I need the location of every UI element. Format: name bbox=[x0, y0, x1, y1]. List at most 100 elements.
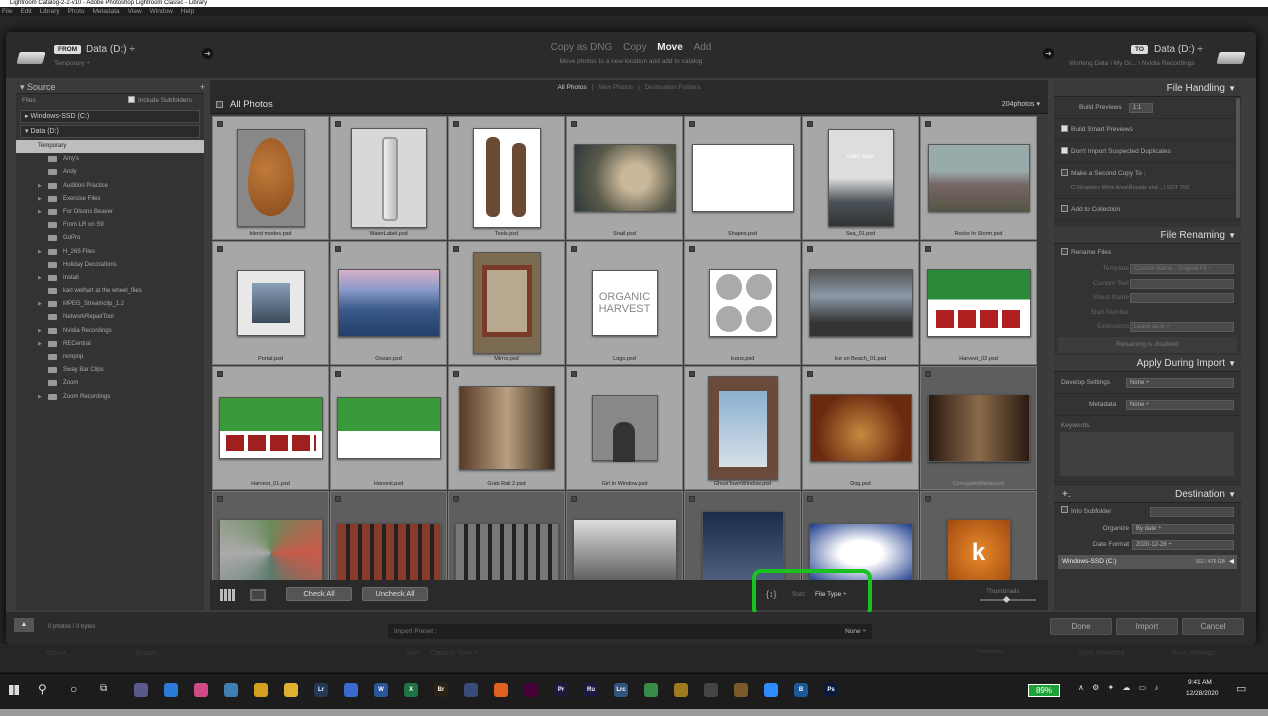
build-previews-select[interactable]: 1:1 bbox=[1129, 103, 1153, 113]
photo-count[interactable]: 204photos ▾ bbox=[1002, 96, 1040, 114]
photoshop-icon[interactable]: Ps bbox=[824, 683, 838, 697]
photo-checkbox[interactable] bbox=[571, 371, 577, 377]
expand-icon[interactable]: ▶ bbox=[38, 325, 42, 338]
photo-thumbnail-cell[interactable] bbox=[802, 491, 919, 580]
folder-item[interactable]: NetworkRepairTool bbox=[16, 311, 204, 324]
photo-checkbox[interactable] bbox=[689, 371, 695, 377]
premiere-icon[interactable]: Pr bbox=[554, 683, 568, 697]
mode-copy[interactable]: Copy bbox=[623, 42, 646, 53]
folder-item[interactable]: From LR on S9 bbox=[16, 219, 204, 232]
bridge-icon[interactable]: Br bbox=[434, 683, 448, 697]
tab-destination-folders[interactable]: Destination Folders bbox=[644, 84, 700, 91]
photo-thumbnail-cell[interactable]: WaterLabel.psd bbox=[330, 116, 447, 240]
photo-thumbnail-cell[interactable]: Tools.psd bbox=[448, 116, 565, 240]
add-source-icon[interactable]: + bbox=[200, 80, 205, 94]
folder-item[interactable]: Amy's bbox=[16, 153, 204, 166]
zoom-icon[interactable] bbox=[764, 683, 778, 697]
photo-thumbnail-cell[interactable]: k bbox=[920, 491, 1037, 580]
lightroom-classic-icon[interactable]: Lr bbox=[314, 683, 328, 697]
obs-icon[interactable] bbox=[704, 683, 718, 697]
mode-move[interactable]: Move bbox=[657, 42, 683, 53]
search-icon[interactable]: ⚲ bbox=[38, 682, 47, 696]
photo-thumbnail-cell[interactable] bbox=[684, 491, 801, 580]
folder-item[interactable]: ▶ For Olsons Beaver bbox=[16, 206, 204, 219]
photo-thumbnail-cell[interactable]: Harvest_02.psd bbox=[920, 241, 1037, 365]
file-explorer-icon[interactable] bbox=[284, 683, 298, 697]
folder-item[interactable]: ▶ MPEG_Streamclip_1.2 bbox=[16, 298, 204, 311]
custom-text-input[interactable] bbox=[1130, 278, 1234, 289]
source-panel-header[interactable]: ▾ Source + bbox=[16, 80, 205, 94]
photo-thumbnail-cell[interactable]: Ice on Beach_01.psd bbox=[802, 241, 919, 365]
photo-thumbnail-cell[interactable] bbox=[566, 491, 683, 580]
speaker-icon[interactable] bbox=[674, 683, 688, 697]
photo-thumbnail-cell[interactable]: Shapes.psd bbox=[684, 116, 801, 240]
photo-checkbox[interactable] bbox=[925, 371, 931, 377]
photo-thumbnail-cell[interactable] bbox=[448, 491, 565, 580]
drive-windows-ssd[interactable]: ▸ Windows-SSD (C:) bbox=[20, 110, 200, 123]
photo-checkbox[interactable] bbox=[453, 246, 459, 252]
folder-item[interactable]: Andy bbox=[16, 166, 204, 179]
photos-icon[interactable] bbox=[194, 683, 208, 697]
to-path[interactable]: Working Data \ My Gr... \ Nvidia Recordi… bbox=[1069, 60, 1195, 67]
extensions-select[interactable]: Leave as-is ÷ bbox=[1130, 322, 1234, 332]
import-button[interactable]: Import bbox=[1116, 618, 1178, 635]
add-destination-icon[interactable]: +. bbox=[1062, 486, 1071, 503]
vpn-icon[interactable] bbox=[464, 683, 478, 697]
menu-view[interactable]: View bbox=[128, 8, 142, 15]
import-preset-select[interactable]: None ÷ bbox=[845, 624, 866, 639]
folder-item[interactable]: Sway Bar Clips bbox=[16, 364, 204, 377]
expand-icon[interactable]: ▶ bbox=[38, 272, 42, 285]
photo-checkbox[interactable] bbox=[807, 246, 813, 252]
folder-item[interactable]: ▶ H_265 Files bbox=[16, 246, 204, 259]
photo-checkbox[interactable] bbox=[689, 246, 695, 252]
photo-thumbnail-cell[interactable]: Icons.psd bbox=[684, 241, 801, 365]
include-subfolders-checkbox[interactable] bbox=[128, 95, 135, 103]
photo-thumbnail-cell[interactable]: Harvest_01.psd bbox=[212, 366, 329, 490]
smart-previews-checkbox[interactable] bbox=[1061, 124, 1068, 132]
photo-checkbox[interactable] bbox=[453, 496, 459, 502]
destination-header[interactable]: +. Destination ▼ bbox=[1054, 485, 1241, 503]
task-view-icon[interactable]: ⧉ bbox=[100, 683, 107, 694]
photo-checkbox[interactable] bbox=[217, 371, 223, 377]
photo-thumbnail-cell[interactable]: Harvest.psd bbox=[330, 366, 447, 490]
game-icon[interactable] bbox=[734, 683, 748, 697]
expand-icon[interactable]: ▶ bbox=[38, 298, 42, 311]
folder-item[interactable]: ▶ Zoom Recordings bbox=[16, 391, 204, 404]
collapse-up-icon[interactable]: ▲ bbox=[14, 618, 34, 632]
subfolder-input[interactable] bbox=[1150, 506, 1234, 517]
loupe-view-icon[interactable] bbox=[250, 589, 266, 601]
photo-checkbox[interactable] bbox=[217, 496, 223, 502]
photo-checkbox[interactable] bbox=[807, 121, 813, 127]
duplicates-checkbox[interactable] bbox=[1061, 146, 1068, 154]
mode-copy-dng[interactable]: Copy as DNG bbox=[551, 42, 613, 53]
develop-settings-select[interactable]: None ÷ bbox=[1126, 377, 1234, 388]
import-preset-bar[interactable]: Import Preset : None ÷ bbox=[388, 624, 872, 639]
organize-select[interactable]: By date ÷ bbox=[1132, 523, 1234, 534]
photo-thumbnail-cell[interactable]: blend modes.psd bbox=[212, 116, 329, 240]
expand-icon[interactable]: ▶ bbox=[38, 246, 42, 259]
menu-photo[interactable]: Photo bbox=[68, 8, 85, 15]
photo-checkbox[interactable] bbox=[925, 246, 931, 252]
file-handling-header[interactable]: File Handling ▼ bbox=[1054, 80, 1241, 97]
expand-icon[interactable]: ▶ bbox=[38, 206, 42, 219]
destination-volume-bar[interactable]: Windows-SSD (C:) 162 / 476 GB ◀ bbox=[1058, 554, 1237, 569]
firefox-icon[interactable] bbox=[494, 683, 508, 697]
photo-checkbox[interactable] bbox=[925, 496, 931, 502]
chrome-icon[interactable] bbox=[254, 683, 268, 697]
bing-icon[interactable]: B bbox=[794, 683, 808, 697]
battery-badge[interactable]: 89% bbox=[1028, 684, 1060, 697]
photo-checkbox[interactable] bbox=[335, 121, 341, 127]
thumbnail-size-slider[interactable] bbox=[980, 595, 1036, 604]
photo-thumbnail-cell[interactable]: CorrugatedMetal.psd bbox=[920, 366, 1037, 490]
xd-icon[interactable] bbox=[524, 683, 538, 697]
menu-edit[interactable]: Edit bbox=[20, 8, 31, 15]
excel-icon[interactable]: X bbox=[404, 683, 418, 697]
globe-icon[interactable] bbox=[644, 683, 658, 697]
photo-checkbox[interactable] bbox=[807, 496, 813, 502]
photo-thumbnail-cell[interactable] bbox=[330, 491, 447, 580]
menu-metadata[interactable]: Metadata bbox=[93, 8, 120, 15]
clock-date[interactable]: 12/28/2020 bbox=[1186, 690, 1219, 697]
tray-icons[interactable]: ∧ ⚙ ✦ ☁ ▭ ♪ bbox=[1078, 683, 1161, 692]
template-select[interactable]: Custom Name - Original Fil ÷ bbox=[1130, 264, 1234, 274]
uncheck-all-button[interactable]: Uncheck All bbox=[362, 587, 428, 601]
